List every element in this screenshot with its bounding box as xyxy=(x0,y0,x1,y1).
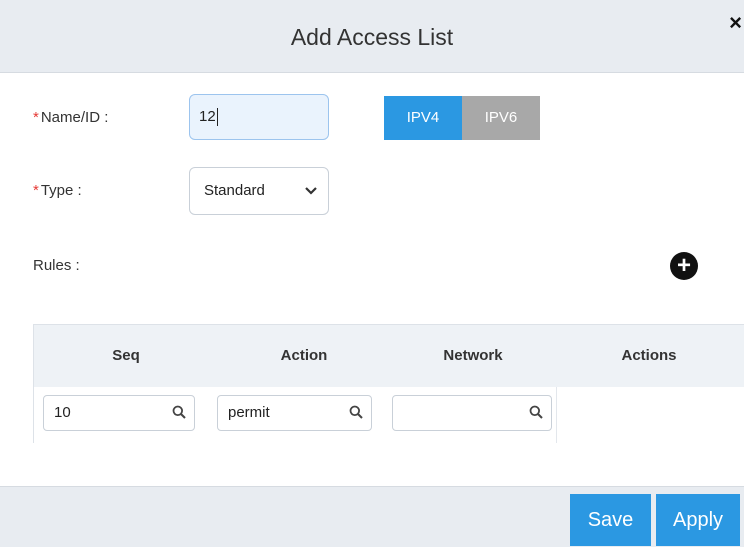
table-header: Seq Action Network Actions xyxy=(34,325,744,387)
save-button[interactable]: Save xyxy=(570,494,651,546)
column-header-network: Network xyxy=(443,347,503,364)
dialog-header: Add Access List × xyxy=(0,0,744,73)
network-input[interactable] xyxy=(392,395,552,431)
close-icon[interactable]: × xyxy=(729,10,742,36)
rules-table: Seq Action Network Actions 10 permit xyxy=(33,324,744,443)
required-marker: * xyxy=(33,109,39,126)
type-select-value: Standard xyxy=(204,182,265,199)
action-value: permit xyxy=(228,404,270,421)
add-access-list-dialog: Add Access List × * Name/ID : 12 IPV4 IPV… xyxy=(0,0,744,547)
column-header-seq: Seq xyxy=(112,347,140,364)
column-header-action: Action xyxy=(280,347,328,364)
ipv4-toggle[interactable]: IPV4 xyxy=(384,96,462,140)
name-label-text: Name/ID : xyxy=(40,109,109,126)
search-icon[interactable] xyxy=(529,405,543,419)
name-id-value: 12 xyxy=(199,108,216,125)
type-label: * Type : xyxy=(33,182,82,199)
search-icon[interactable] xyxy=(172,405,186,419)
ipv6-toggle[interactable]: IPV6 xyxy=(462,96,540,140)
required-marker: * xyxy=(33,182,39,199)
table-row: 10 permit xyxy=(34,387,744,443)
chevron-down-icon xyxy=(304,168,318,233)
name-id-input[interactable]: 12 xyxy=(189,94,329,140)
action-input[interactable]: permit xyxy=(217,395,372,431)
rules-label: Rules : xyxy=(33,257,80,274)
type-label-text: Type : xyxy=(40,182,82,199)
dialog-title: Add Access List xyxy=(290,24,454,50)
search-icon[interactable] xyxy=(349,405,363,419)
type-select[interactable]: Standard xyxy=(189,167,329,215)
add-rule-icon[interactable]: + xyxy=(670,252,698,280)
name-label: * Name/ID : xyxy=(33,109,108,126)
column-header-actions: Actions xyxy=(621,347,677,364)
column-divider xyxy=(556,387,557,443)
seq-value: 10 xyxy=(54,404,71,421)
apply-button[interactable]: Apply xyxy=(656,494,740,546)
seq-input[interactable]: 10 xyxy=(43,395,195,431)
text-caret xyxy=(216,108,218,127)
